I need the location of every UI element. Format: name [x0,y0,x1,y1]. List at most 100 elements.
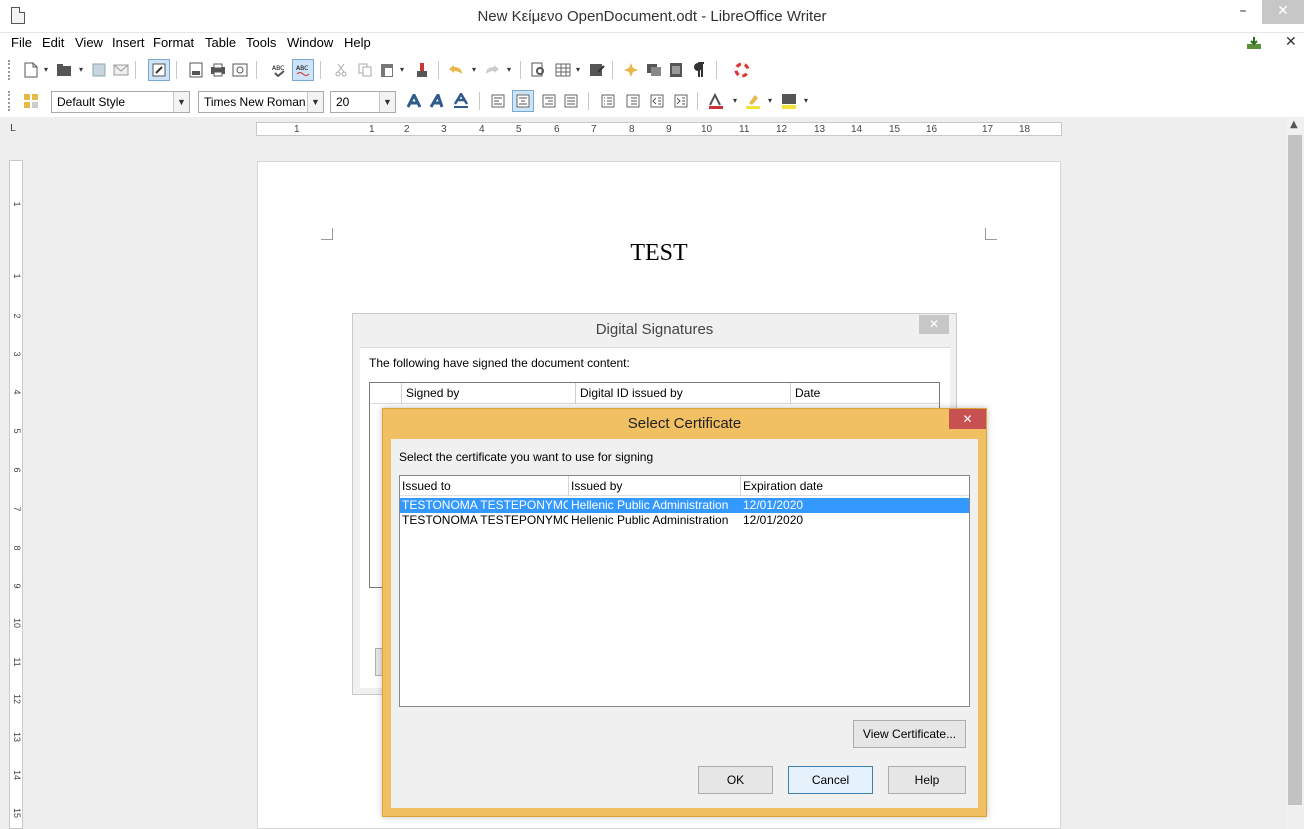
chevron-down-icon[interactable]: ▼ [173,92,189,112]
menu-view[interactable]: View [75,35,103,50]
auto-spellcheck-icon[interactable]: ABC [292,59,314,81]
column-issued-to[interactable]: Issued to [400,476,569,496]
redo-dropdown-arrow-icon[interactable]: ▾ [507,65,513,74]
ruler-tick: 17 [982,124,994,135]
close-document-icon[interactable]: ✕ [1285,34,1297,50]
menu-edit[interactable]: Edit [42,35,64,50]
menu-insert[interactable]: Insert [112,35,145,50]
ruler-tick: 11 [12,657,22,667]
insert-image-icon[interactable] [586,59,608,81]
certificate-row[interactable]: TESTONOMA TESTEPONYMO Hellenic Public Ad… [400,513,969,528]
menu-format[interactable]: Format [153,35,194,50]
highlight-dropdown-arrow-icon[interactable]: ▾ [768,96,774,105]
ok-button[interactable]: OK [698,766,773,794]
horizontal-ruler[interactable]: 1 1 2 3 4 5 6 7 8 9 10 11 12 13 14 15 16… [256,122,1062,136]
vertical-scrollbar[interactable]: ▲ [1286,117,1304,829]
paragraph-style-select[interactable]: Default Style ▼ [51,91,190,113]
scroll-up-icon[interactable]: ▲ [1290,119,1298,130]
issued-to-cell: TESTONOMA TESTEPONYMO [402,513,568,527]
menu-file[interactable]: File [11,35,32,50]
menu-table[interactable]: Table [205,35,236,50]
redo-icon[interactable] [481,59,503,81]
certificate-list[interactable]: Issued to Issued by Expiration date TEST… [399,475,970,707]
ruler-tick: 15 [12,807,22,818]
email-icon[interactable] [110,59,132,81]
column-date[interactable]: Date [790,383,939,404]
document-text[interactable]: TEST [257,240,1061,267]
gallery-icon[interactable] [643,59,665,81]
new-dropdown-arrow-icon[interactable]: ▾ [44,65,50,74]
bold-icon[interactable] [403,90,425,112]
paste-dropdown-arrow-icon[interactable]: ▾ [400,65,406,74]
menu-tools[interactable]: Tools [246,35,276,50]
menu-window[interactable]: Window [287,35,333,50]
certificate-row-selected[interactable]: TESTONOMA TESTEPONYMO Hellenic Public Ad… [400,498,969,513]
column-expiration-date[interactable]: Expiration date [741,476,969,496]
print-icon[interactable] [207,59,229,81]
justify-icon[interactable] [560,90,582,112]
copy-icon[interactable] [354,59,376,81]
update-available-icon[interactable] [1246,36,1262,50]
insert-table-icon[interactable] [552,59,574,81]
highlighting-color-icon[interactable] [742,90,764,112]
underline-icon[interactable] [450,90,472,112]
open-dropdown-arrow-icon[interactable]: ▾ [79,65,85,74]
menu-help[interactable]: Help [344,35,371,50]
formatting-marks-icon[interactable] [688,59,710,81]
font-color-icon[interactable] [705,90,727,112]
data-sources-icon[interactable] [665,59,687,81]
edit-mode-icon[interactable] [148,59,170,81]
navigator-icon[interactable] [620,59,642,81]
help-lifebuoy-icon[interactable] [731,59,753,81]
close-dialog-button[interactable]: ✕ [919,315,949,334]
ruler-tick: 2 [404,124,410,135]
undo-dropdown-arrow-icon[interactable]: ▾ [472,65,478,74]
scrollbar-thumb[interactable] [1288,135,1302,805]
find-replace-icon[interactable] [528,59,550,81]
tab-stop-selector[interactable]: L [10,123,16,134]
align-right-icon[interactable] [538,90,560,112]
export-pdf-icon[interactable] [185,59,207,81]
chevron-down-icon[interactable]: ▼ [307,92,323,112]
vertical-ruler[interactable]: 1 1 2 3 4 5 6 7 8 9 10 11 12 13 14 15 [9,160,23,829]
spelling-icon[interactable]: ABC [268,59,290,81]
ruler-tick: 9 [666,124,672,135]
close-window-button[interactable]: ✕ [1262,0,1304,24]
font-color-dropdown-arrow-icon[interactable]: ▾ [733,96,739,105]
styles-icon[interactable] [20,90,42,112]
ruler-tick: 2 [12,313,22,319]
table-dropdown-arrow-icon[interactable]: ▾ [576,65,582,74]
decrease-indent-icon[interactable] [646,90,668,112]
column-signed-by[interactable]: Signed by [401,383,575,404]
undo-icon[interactable] [445,59,467,81]
open-icon[interactable] [53,59,75,81]
numbering-icon[interactable] [597,90,619,112]
dialog-title: Digital Signatures [595,321,714,338]
close-dialog-button[interactable]: ✕ [949,409,986,429]
print-preview-icon[interactable] [229,59,251,81]
save-icon[interactable] [88,59,110,81]
minimize-button[interactable]: – [1228,0,1258,24]
cancel-button[interactable]: Cancel [788,766,873,794]
align-center-icon[interactable] [512,90,534,112]
background-dropdown-arrow-icon[interactable]: ▾ [804,96,810,105]
chevron-down-icon[interactable]: ▼ [379,92,395,112]
view-certificate-button[interactable]: View Certificate... [853,720,966,748]
align-left-icon[interactable] [487,90,509,112]
increase-indent-icon[interactable] [670,90,692,112]
background-color-icon[interactable] [778,90,800,112]
column-issued-by[interactable]: Digital ID issued by [575,383,790,404]
bullets-icon[interactable] [622,90,644,112]
clone-formatting-icon[interactable] [411,59,433,81]
font-name-select[interactable]: Times New Roman ▼ [198,91,324,113]
paste-icon[interactable] [376,59,398,81]
toolbar-grip[interactable] [8,60,11,80]
column-issued-by[interactable]: Issued by [569,476,741,496]
help-button[interactable]: Help [888,766,966,794]
new-document-icon[interactable] [20,59,42,81]
italic-icon[interactable] [426,90,448,112]
font-size-select[interactable]: 20 ▼ [330,91,396,113]
cut-icon[interactable] [330,59,352,81]
svg-text:ABC: ABC [296,65,308,72]
toolbar-grip[interactable] [8,91,11,111]
